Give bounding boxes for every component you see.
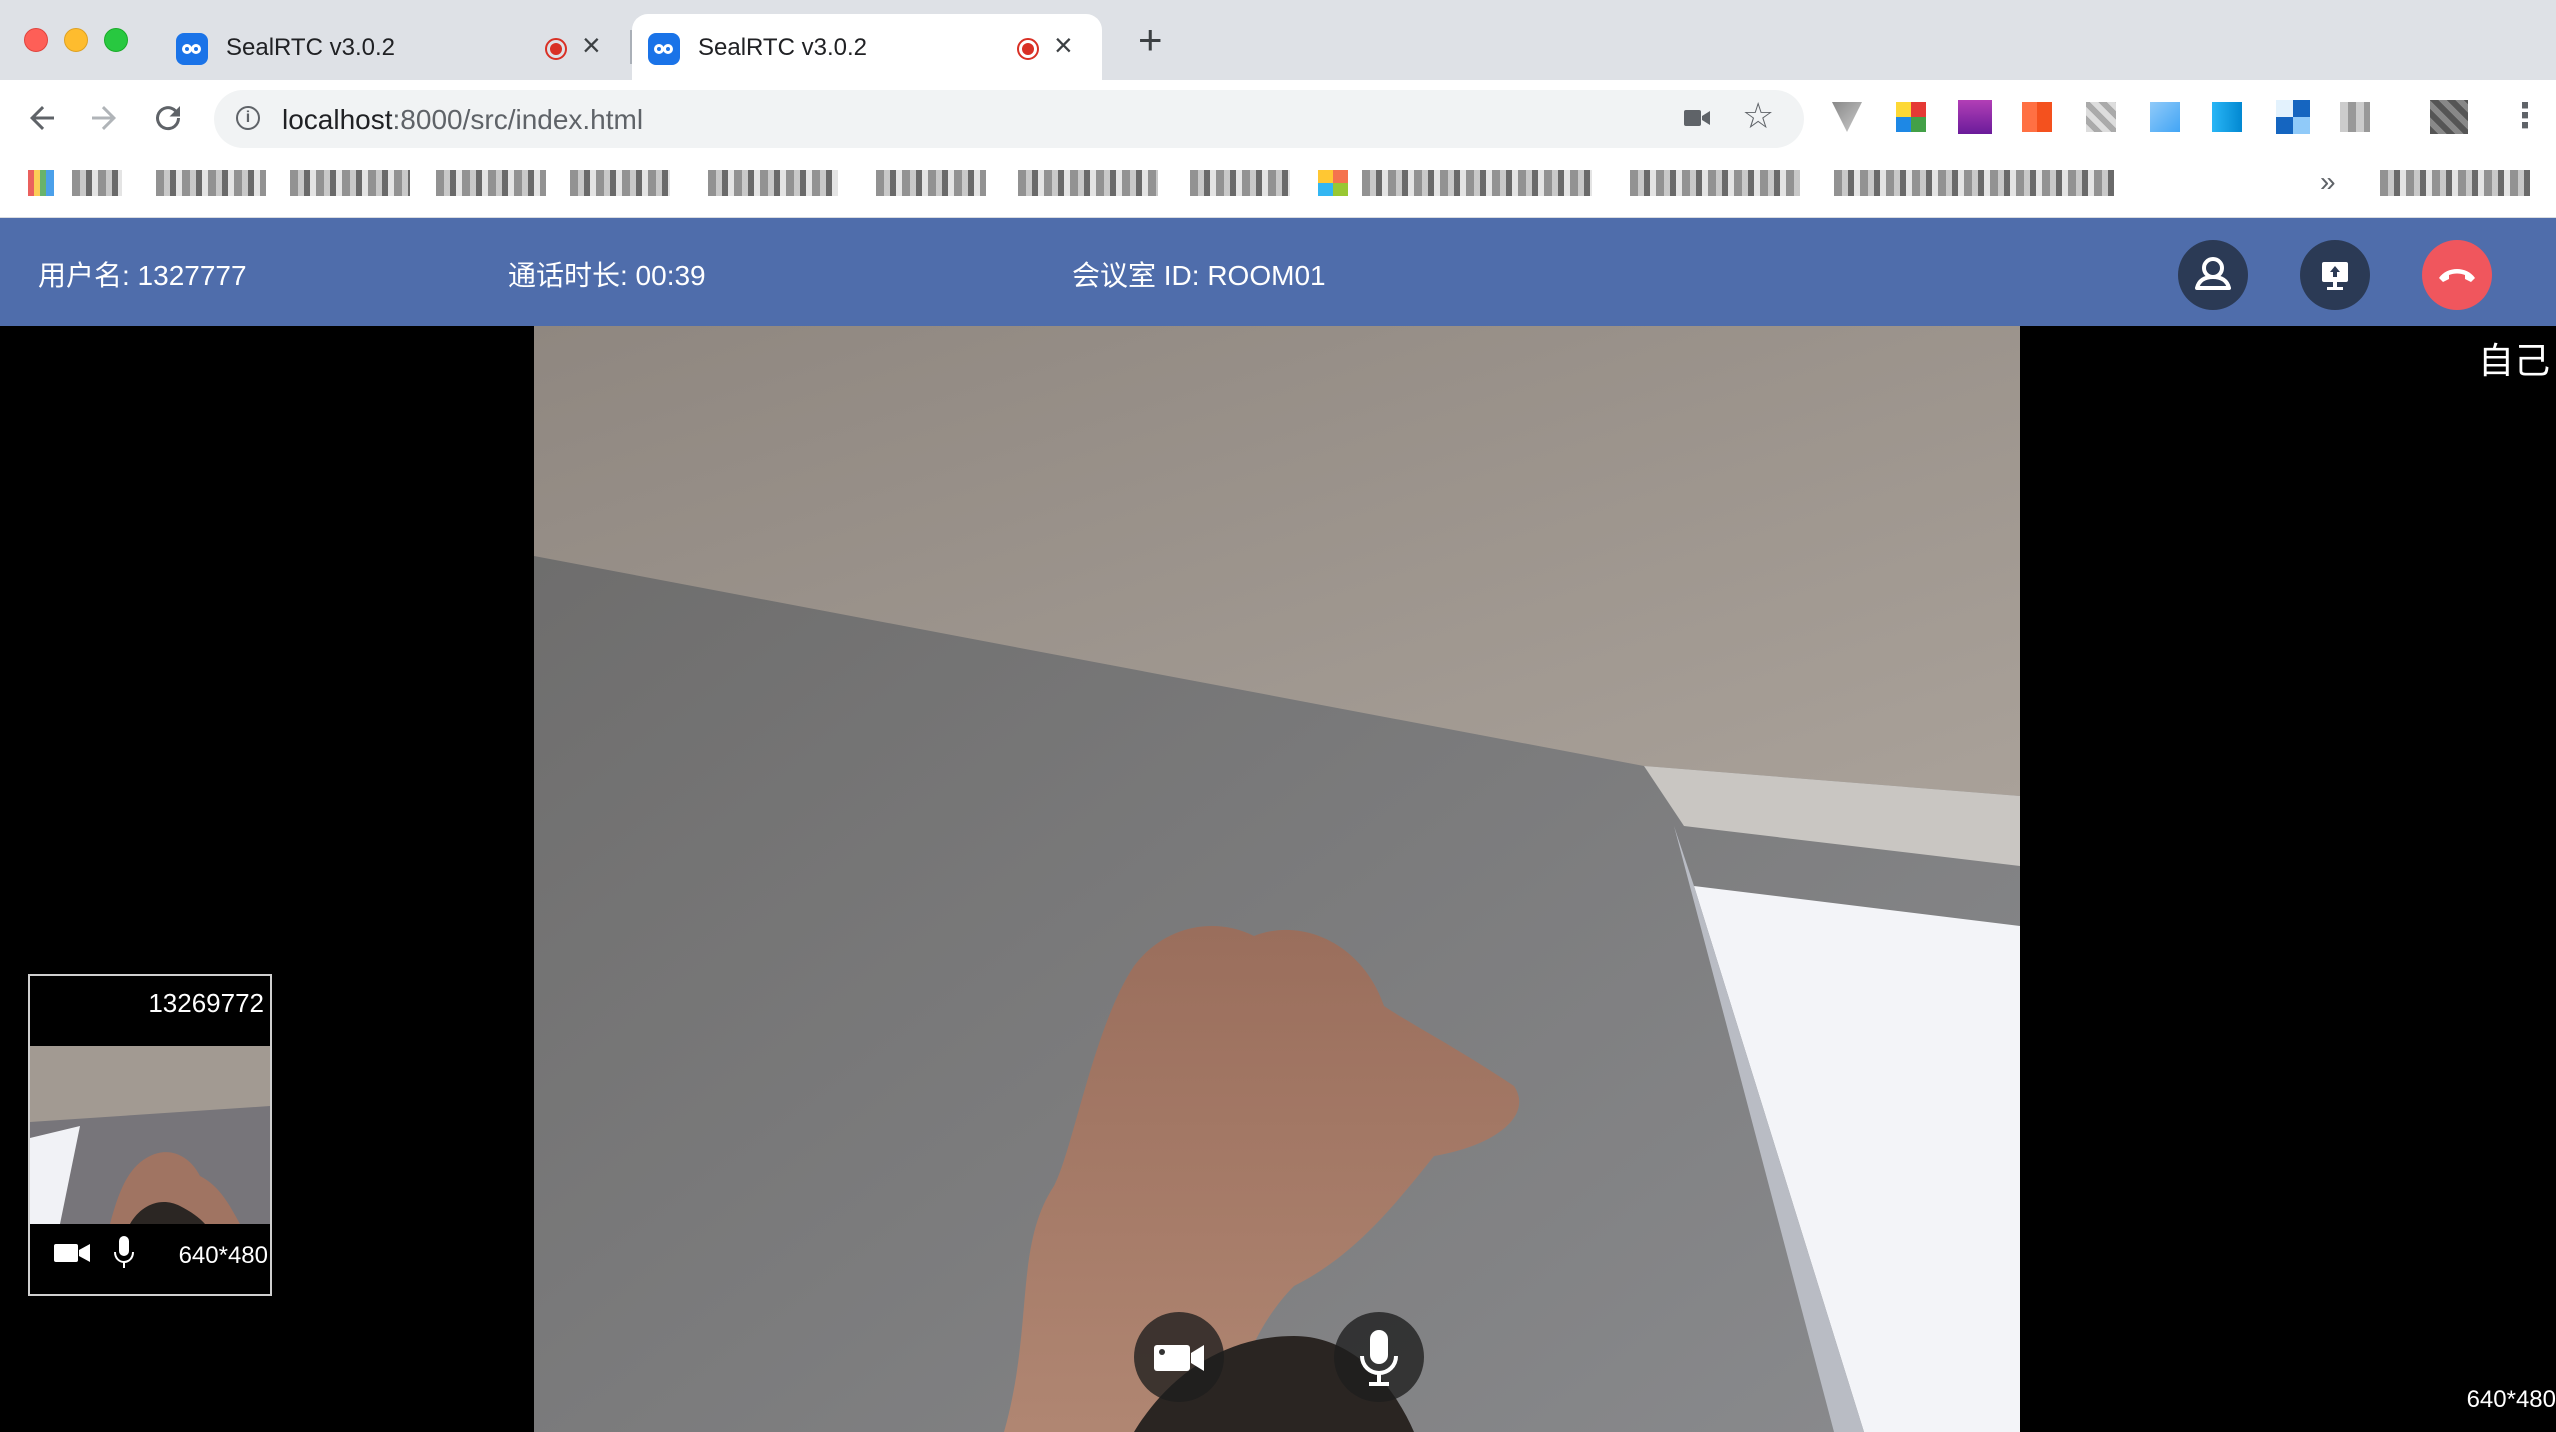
- phone-hangup-icon: [2439, 269, 2475, 282]
- extension-icon[interactable]: [2276, 100, 2310, 134]
- remote-video-resolution: 640*480: [178, 1242, 268, 1269]
- user-icon: [2195, 257, 2231, 290]
- extension-icon[interactable]: [1958, 100, 1992, 134]
- browser-tab-1[interactable]: SealRTC v3.0.2 ×: [160, 14, 632, 80]
- remote-video: [30, 1046, 270, 1224]
- window-zoom-button[interactable]: [104, 28, 128, 52]
- bookmark-star-icon[interactable]: ☆: [1742, 96, 1774, 136]
- video-camera-icon: [1154, 1345, 1204, 1371]
- browser-tab-strip: SealRTC v3.0.2 × SealRTC v3.0.2 × +: [0, 0, 2556, 80]
- extension-icon[interactable]: [2212, 102, 2242, 132]
- reload-icon[interactable]: [150, 100, 186, 136]
- address-bar[interactable]: i localhost:8000/src/index.html ☆: [214, 90, 1804, 148]
- screen-share-icon: [2322, 262, 2348, 290]
- extension-icon[interactable]: [1832, 102, 1862, 132]
- bookmark-item[interactable]: [570, 170, 670, 196]
- tab-title: SealRTC v3.0.2: [698, 34, 867, 61]
- bookmark-item[interactable]: [72, 170, 122, 196]
- screen-share-button[interactable]: [2300, 240, 2370, 310]
- bookmarks-bar: »: [0, 158, 2556, 218]
- extension-icon[interactable]: [2150, 102, 2180, 132]
- members-button[interactable]: [2178, 240, 2248, 310]
- camera-in-use-icon[interactable]: [1684, 108, 1710, 128]
- remote-microphone-icon[interactable]: [114, 1236, 134, 1270]
- tab-title: SealRTC v3.0.2: [226, 34, 395, 61]
- bookmark-item[interactable]: [708, 170, 838, 196]
- bookmark-item[interactable]: [1630, 170, 1800, 196]
- local-video: [534, 326, 2020, 1432]
- extension-icon[interactable]: [1896, 102, 1926, 132]
- hang-up-button[interactable]: [2422, 240, 2492, 310]
- app-header: 用户名: 1327777 通话时长: 00:39 会议室 ID: ROOM01: [0, 218, 2556, 326]
- forward-arrow-icon[interactable]: [86, 100, 122, 136]
- bookmark-item[interactable]: [1190, 170, 1290, 196]
- url-text[interactable]: localhost:8000/src/index.html: [282, 104, 643, 136]
- bookmark-item[interactable]: [290, 170, 410, 196]
- bookmark-item[interactable]: [1362, 170, 1592, 196]
- remote-user-thumbnail[interactable]: 13269772 640*480: [28, 974, 272, 1296]
- site-info-icon[interactable]: i: [236, 106, 260, 130]
- toggle-camera-button[interactable]: [1134, 1312, 1224, 1402]
- sealrtc-favicon-icon: [648, 33, 680, 65]
- bookmark-item[interactable]: [876, 170, 986, 196]
- browser-toolbar: i localhost:8000/src/index.html ☆ ⋮: [0, 80, 2556, 158]
- window-minimize-button[interactable]: [64, 28, 88, 52]
- apps-icon[interactable]: [28, 170, 54, 196]
- extension-icon[interactable]: [2340, 102, 2370, 132]
- username-label: 用户名: 1327777: [38, 260, 247, 291]
- microphone-icon: [1360, 1330, 1398, 1386]
- bookmark-item[interactable]: [1018, 170, 1158, 196]
- room-id-label: 会议室 ID: ROOM01: [1072, 260, 1326, 291]
- self-video-label: 自己: [2477, 340, 2550, 381]
- toggle-microphone-button[interactable]: [1334, 1312, 1424, 1402]
- profile-avatar[interactable]: [2430, 100, 2468, 134]
- call-duration-label: 通话时长: 00:39: [508, 260, 706, 291]
- remote-camera-feed-image: [30, 1046, 270, 1224]
- remote-user-id: 13269772: [148, 988, 264, 1018]
- extension-icon[interactable]: [2086, 102, 2116, 132]
- recording-indicator-icon: [1017, 38, 1039, 60]
- browser-menu-icon[interactable]: ⋮: [2508, 98, 2542, 134]
- extension-icon[interactable]: [2022, 102, 2052, 132]
- bookmark-item[interactable]: [436, 170, 546, 196]
- sealrtc-favicon-icon: [176, 33, 208, 65]
- other-bookmarks-folder[interactable]: [2380, 170, 2530, 196]
- remote-camera-icon[interactable]: [54, 1242, 90, 1264]
- recording-indicator-icon: [545, 38, 567, 60]
- back-arrow-icon[interactable]: [24, 100, 60, 136]
- camera-feed-image: [534, 326, 2020, 1432]
- browser-tab-2[interactable]: SealRTC v3.0.2 ×: [632, 14, 1102, 80]
- bookmarks-overflow-button[interactable]: »: [2320, 166, 2336, 198]
- video-stage: 自己 640*480 13269772 640*480: [0, 326, 2556, 1432]
- window-close-button[interactable]: [24, 28, 48, 52]
- main-video-resolution: 640*480: [2466, 1386, 2556, 1413]
- tab-close-icon[interactable]: ×: [1054, 29, 1073, 61]
- tab-close-icon[interactable]: ×: [582, 29, 601, 61]
- bookmark-item[interactable]: [156, 170, 266, 196]
- new-tab-button[interactable]: +: [1138, 19, 1163, 61]
- bookmark-favicon-icon[interactable]: [1318, 170, 1348, 196]
- bookmark-item[interactable]: [1834, 170, 2114, 196]
